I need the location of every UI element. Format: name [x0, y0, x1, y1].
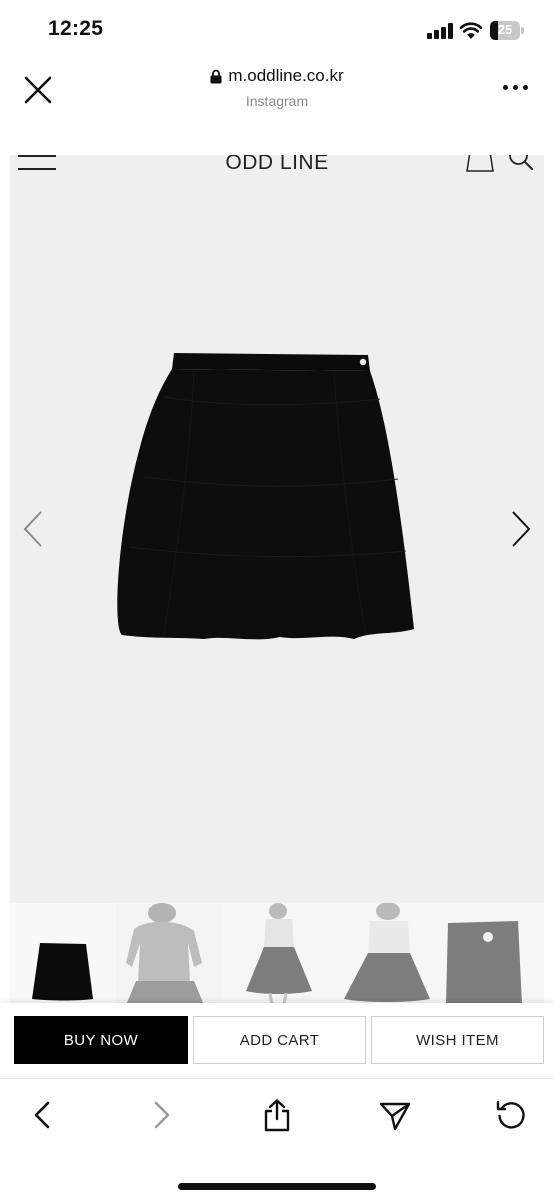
bag-icon[interactable]	[465, 155, 495, 173]
wish-item-button[interactable]: WISH ITEM	[371, 1016, 544, 1064]
back-icon[interactable]	[26, 1098, 60, 1132]
forward-icon[interactable]	[144, 1098, 178, 1132]
home-indicator[interactable]	[178, 1183, 376, 1190]
thumbnail-item[interactable]	[222, 903, 330, 1005]
share-icon[interactable]	[260, 1098, 294, 1132]
more-icon[interactable]	[503, 84, 529, 92]
battery-icon: 25	[490, 21, 524, 40]
lock-icon	[210, 69, 222, 83]
browser-subtitle: Instagram	[245, 92, 309, 109]
search-icon[interactable]	[508, 155, 534, 171]
purchase-action-bar: BUY NOW ADD CART WISH ITEM	[0, 1003, 554, 1079]
brand-logo[interactable]: ODD LINE	[10, 155, 544, 175]
address-bar[interactable]: m.oddline.co.kr Instagram	[0, 66, 554, 109]
thumbnail-item[interactable]	[10, 903, 116, 1005]
webpage: ODD LINE	[10, 155, 544, 1005]
product-image[interactable]	[104, 347, 422, 647]
reload-icon[interactable]	[494, 1098, 528, 1132]
status-bar: 12:25 25	[0, 0, 554, 60]
add-cart-button[interactable]: ADD CART	[193, 1016, 366, 1064]
site-header: ODD LINE	[10, 155, 544, 205]
page-url: m.oddline.co.kr	[228, 66, 344, 85]
battery-level: 25	[497, 22, 513, 37]
thumbnail-item[interactable]	[330, 903, 438, 1005]
send-icon[interactable]	[378, 1098, 412, 1132]
buy-now-button[interactable]: BUY NOW	[14, 1016, 188, 1064]
status-time: 12:25	[48, 17, 104, 40]
browser-toolbar	[0, 1080, 554, 1200]
chevron-left-icon[interactable]	[22, 510, 44, 548]
thumbnail-strip	[10, 903, 544, 1005]
thumbnail-item[interactable]	[116, 903, 222, 1005]
thumbnail-item[interactable]	[438, 903, 544, 1005]
browser-header: m.oddline.co.kr Instagram	[0, 60, 554, 130]
wifi-icon	[459, 22, 483, 39]
chevron-right-icon[interactable]	[510, 510, 532, 548]
cellular-signal-icon	[427, 23, 453, 39]
